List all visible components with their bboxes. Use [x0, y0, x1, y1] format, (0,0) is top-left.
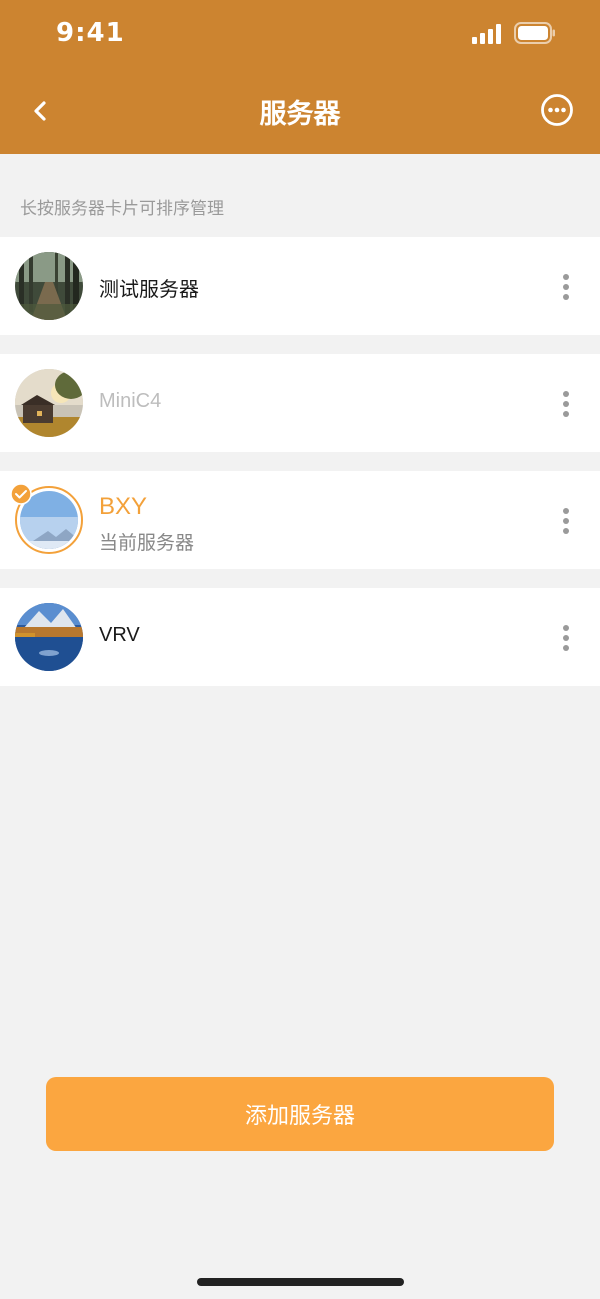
server-card[interactable]: 测试服务器 — [0, 237, 600, 335]
server-name: MiniC4 — [99, 390, 162, 412]
cabin-sunset-image — [15, 369, 83, 437]
forest-path-image — [15, 252, 83, 320]
page-title: 服务器 — [259, 99, 341, 130]
server-card-current[interactable]: BXY 当前服务器 — [0, 471, 600, 569]
kebab-menu-icon[interactable] — [558, 389, 574, 419]
current-server-label: 当前服务器 — [99, 532, 195, 554]
header-bar: 9:41 服务器 — [0, 0, 600, 154]
server-card[interactable]: VRV — [0, 588, 600, 686]
cellular-signal-icon — [472, 24, 501, 44]
battery-icon — [514, 22, 555, 44]
add-server-button[interactable]: 添加服务器 — [46, 1077, 554, 1151]
sort-hint-text: 长按服务器卡片可排序管理 — [20, 199, 224, 219]
autumn-lake-image — [15, 603, 83, 671]
server-avatar — [15, 252, 83, 320]
server-name: VRV — [99, 624, 140, 646]
home-indicator — [197, 1278, 404, 1286]
server-name: 测试服务器 — [99, 279, 199, 301]
selected-check-icon — [10, 483, 32, 505]
status-time: 9:41 — [56, 18, 125, 48]
kebab-menu-icon[interactable] — [558, 623, 574, 653]
server-avatar — [15, 603, 83, 671]
server-avatar — [15, 369, 83, 437]
more-options-icon[interactable] — [540, 93, 574, 127]
server-card[interactable]: MiniC4 — [0, 354, 600, 452]
server-name: BXY — [99, 493, 148, 520]
kebab-menu-icon[interactable] — [558, 506, 574, 536]
kebab-menu-icon[interactable] — [558, 272, 574, 302]
